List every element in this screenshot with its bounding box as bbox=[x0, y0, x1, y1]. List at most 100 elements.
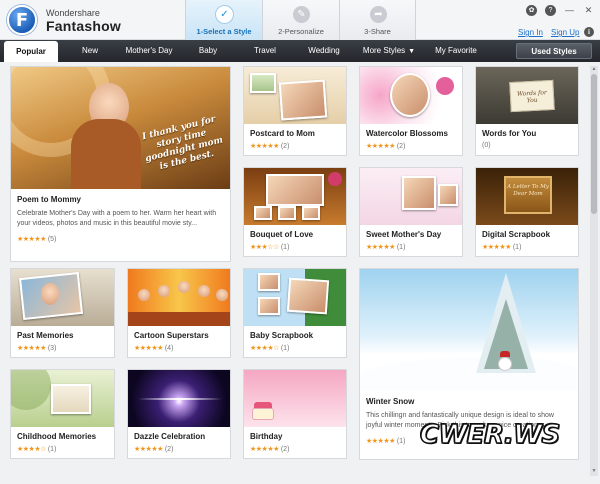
style-title: Postcard to Mom bbox=[250, 129, 315, 138]
style-thumbnail bbox=[128, 370, 230, 427]
tab-baby[interactable]: Baby bbox=[186, 40, 230, 62]
style-rating: ★★★★★ (1) bbox=[482, 243, 521, 251]
style-title: Dazzle Celebration bbox=[134, 432, 206, 441]
scroll-up-icon[interactable]: ▲ bbox=[590, 66, 598, 74]
photo bbox=[438, 184, 458, 206]
cartoon-figure bbox=[198, 285, 210, 297]
star-rating-icon: ★★★★★ bbox=[366, 143, 395, 150]
tab-mothers-day[interactable]: Mother's Day bbox=[118, 40, 180, 62]
style-rating: ★★★★☆ (1) bbox=[250, 344, 289, 352]
photo bbox=[390, 73, 430, 117]
style-card-postcard-to-mom[interactable]: Postcard to Mom ★★★★★ (2) bbox=[243, 66, 347, 156]
rating-count: (2) bbox=[164, 446, 174, 453]
rating-count: (2) bbox=[396, 143, 406, 150]
rating-count: (2) bbox=[280, 446, 290, 453]
style-title: Digital Scrapbook bbox=[482, 230, 551, 239]
photo bbox=[51, 384, 91, 414]
style-card-digital-scrapbook[interactable]: A Letter To My Dear Mom Digital Scrapboo… bbox=[475, 167, 579, 257]
vertical-scrollbar[interactable]: ▲ ▼ bbox=[590, 66, 598, 476]
style-thumbnail bbox=[11, 370, 114, 427]
poem-overlay-text: I thank you for story time goodnight mom… bbox=[141, 114, 225, 173]
style-card-watercolor-blossoms[interactable]: Watercolor Blossoms ★★★★★ (2) bbox=[359, 66, 463, 156]
scroll-down-icon[interactable]: ▼ bbox=[590, 468, 598, 476]
snowman bbox=[498, 357, 512, 371]
step-select-style[interactable]: ✓ 1-Select a Style bbox=[185, 0, 262, 40]
star-rating-icon: ★★★☆☆ bbox=[250, 244, 279, 251]
photo bbox=[258, 297, 280, 315]
style-title: Poem to Mommy bbox=[17, 195, 82, 204]
sign-up-link[interactable]: Sign Up bbox=[551, 28, 579, 37]
wizard-steps: ✓ 1-Select a Style ✎ 2-Personalize ➦ 3-S… bbox=[185, 0, 416, 40]
style-thumbnail bbox=[244, 67, 346, 124]
minimize-icon[interactable]: — bbox=[564, 5, 575, 16]
vendor-name: Wondershare bbox=[46, 8, 100, 18]
style-card-baby-scrapbook[interactable]: Baby Scrapbook ★★★★☆ (1) bbox=[243, 268, 347, 358]
style-title: Watercolor Blossoms bbox=[366, 129, 448, 138]
style-card-dazzle-celebration[interactable]: Dazzle Celebration ★★★★★ (2) bbox=[127, 369, 231, 459]
snow-ground bbox=[360, 357, 578, 391]
cartoon-figure bbox=[158, 285, 170, 297]
style-card-sweet-mothers-day[interactable]: Sweet Mother's Day ★★★★★ (1) bbox=[359, 167, 463, 257]
rating-count: (1) bbox=[396, 438, 406, 445]
tab-popular[interactable]: Popular bbox=[4, 41, 58, 62]
style-thumbnail bbox=[128, 269, 230, 326]
rating-count: (1) bbox=[280, 345, 290, 352]
style-card-childhood-memories[interactable]: Childhood Memories ★★★★☆ (1) bbox=[10, 369, 115, 459]
style-rating: ★★★★★ (1) bbox=[366, 243, 405, 251]
style-rating: ★★★★★ (2) bbox=[366, 142, 405, 150]
style-thumbnail bbox=[244, 370, 346, 427]
style-card-words-for-you[interactable]: Words for You Words for You (0) bbox=[475, 66, 579, 156]
style-card-poem-to-mommy[interactable]: I thank you for story time goodnight mom… bbox=[10, 66, 231, 262]
photo bbox=[278, 79, 328, 121]
face bbox=[41, 283, 59, 305]
snowman-hat bbox=[500, 351, 510, 357]
category-nav: Popular New Mother's Day Baby Travel Wed… bbox=[0, 40, 600, 62]
style-title: Words for You bbox=[482, 129, 537, 138]
photo bbox=[250, 73, 276, 93]
star-rating-icon: ★★★★★ bbox=[250, 143, 279, 150]
style-title: Cartoon Superstars bbox=[134, 331, 209, 340]
light-flare bbox=[138, 398, 222, 400]
skin-icon[interactable]: ✿ bbox=[526, 5, 537, 16]
photo bbox=[302, 206, 320, 220]
cake-top bbox=[254, 402, 272, 408]
flower bbox=[328, 172, 342, 186]
tab-new[interactable]: New bbox=[66, 40, 114, 62]
style-card-past-memories[interactable]: Past Memories ★★★★★ (3) bbox=[10, 268, 115, 358]
window-controls: ✿ ? — ✕ bbox=[526, 5, 594, 16]
rating-count: (1) bbox=[280, 244, 290, 251]
tab-more-styles[interactable]: More Styles ▼ bbox=[358, 40, 420, 62]
info-icon[interactable]: i bbox=[584, 27, 594, 37]
style-thumbnail bbox=[244, 269, 346, 326]
style-rating: ★★★★★ (3) bbox=[17, 344, 56, 352]
style-rating: ★★★☆☆ (1) bbox=[250, 243, 289, 251]
step-label: 3-Share bbox=[364, 27, 391, 36]
style-rating: ★★★★★ (5) bbox=[17, 235, 56, 243]
tab-wedding[interactable]: Wedding bbox=[298, 40, 350, 62]
style-rating: ★★★★★ (2) bbox=[250, 142, 289, 150]
style-card-birthday[interactable]: Birthday ★★★★★ (2) bbox=[243, 369, 347, 459]
style-title: Sweet Mother's Day bbox=[366, 230, 442, 239]
close-icon[interactable]: ✕ bbox=[583, 5, 594, 16]
step-label: 2-Personalize bbox=[278, 27, 324, 36]
style-card-cartoon-superstars[interactable]: Cartoon Superstars ★★★★★ (4) bbox=[127, 268, 231, 358]
tab-travel[interactable]: Travel bbox=[240, 40, 290, 62]
sign-in-link[interactable]: Sign In bbox=[518, 28, 543, 37]
cartoon-figure bbox=[216, 289, 228, 301]
help-icon[interactable]: ? bbox=[545, 5, 556, 16]
style-card-bouquet-of-love[interactable]: Bouquet of Love ★★★☆☆ (1) bbox=[243, 167, 347, 257]
scrollbar-thumb[interactable] bbox=[591, 74, 597, 214]
used-styles-button[interactable]: Used Styles bbox=[516, 43, 592, 59]
style-title: Bouquet of Love bbox=[250, 230, 314, 239]
step-personalize[interactable]: ✎ 2-Personalize bbox=[262, 0, 339, 40]
photo bbox=[254, 206, 272, 220]
title-bar: F Wondershare Fantashow ✓ 1-Select a Sty… bbox=[0, 0, 600, 40]
style-thumbnail: A Letter To My Dear Mom bbox=[476, 168, 578, 225]
tab-my-favorite[interactable]: My Favorite bbox=[428, 40, 484, 62]
step-share[interactable]: ➦ 3-Share bbox=[339, 0, 416, 40]
tab-label: More Styles bbox=[362, 46, 406, 55]
stage bbox=[128, 312, 230, 326]
rating-count: (5) bbox=[47, 236, 57, 243]
cake bbox=[252, 408, 274, 420]
fantashow-logo-icon: F bbox=[7, 5, 37, 35]
